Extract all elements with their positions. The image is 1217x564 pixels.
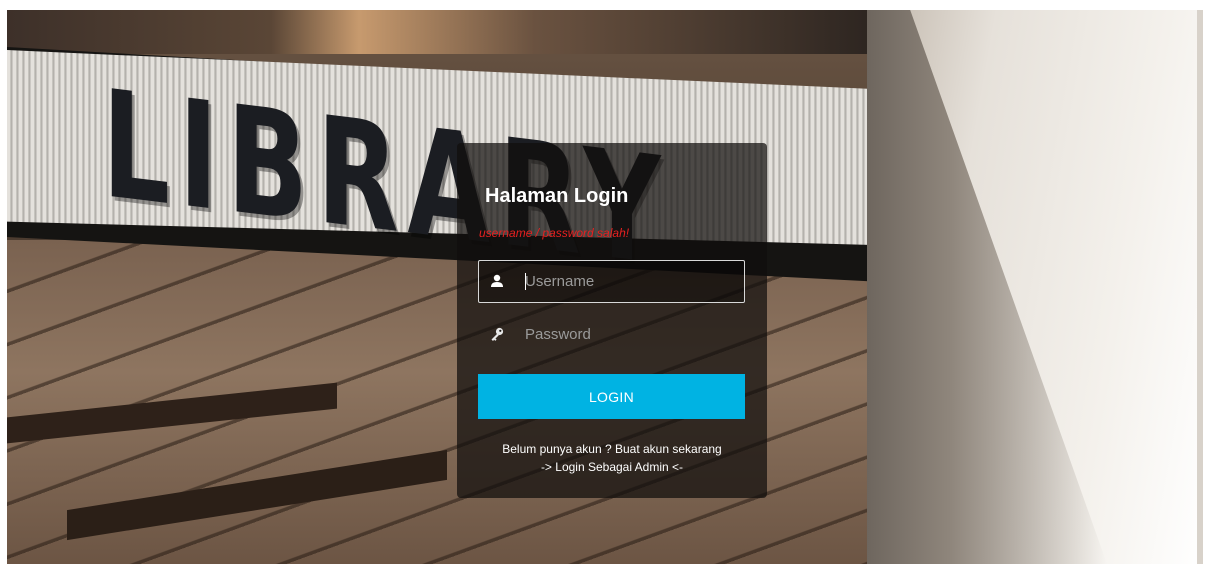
login-card: Halaman Login username / password salah!… — [457, 143, 767, 498]
error-message: username / password salah! — [479, 226, 630, 240]
admin-login-link[interactable]: -> Login Sebagai Admin <- — [541, 460, 683, 474]
register-link[interactable]: Belum punya akun ? Buat akun sekarang — [502, 442, 721, 456]
login-button[interactable]: LOGIN — [478, 374, 745, 419]
key-icon — [491, 327, 504, 341]
text-caret — [525, 273, 526, 290]
password-input[interactable] — [525, 314, 740, 355]
auth-links: Belum punya akun ? Buat akun sekarang ->… — [457, 440, 767, 476]
password-field[interactable] — [478, 313, 745, 356]
username-input[interactable] — [525, 261, 740, 302]
page-title: Halaman Login — [485, 185, 629, 207]
username-field[interactable] — [478, 260, 745, 303]
page-viewport: LIBRARY Halaman Login username / passwor… — [7, 10, 1203, 564]
background-top — [7, 10, 887, 54]
background-edge — [1197, 10, 1203, 564]
user-icon — [491, 274, 503, 287]
